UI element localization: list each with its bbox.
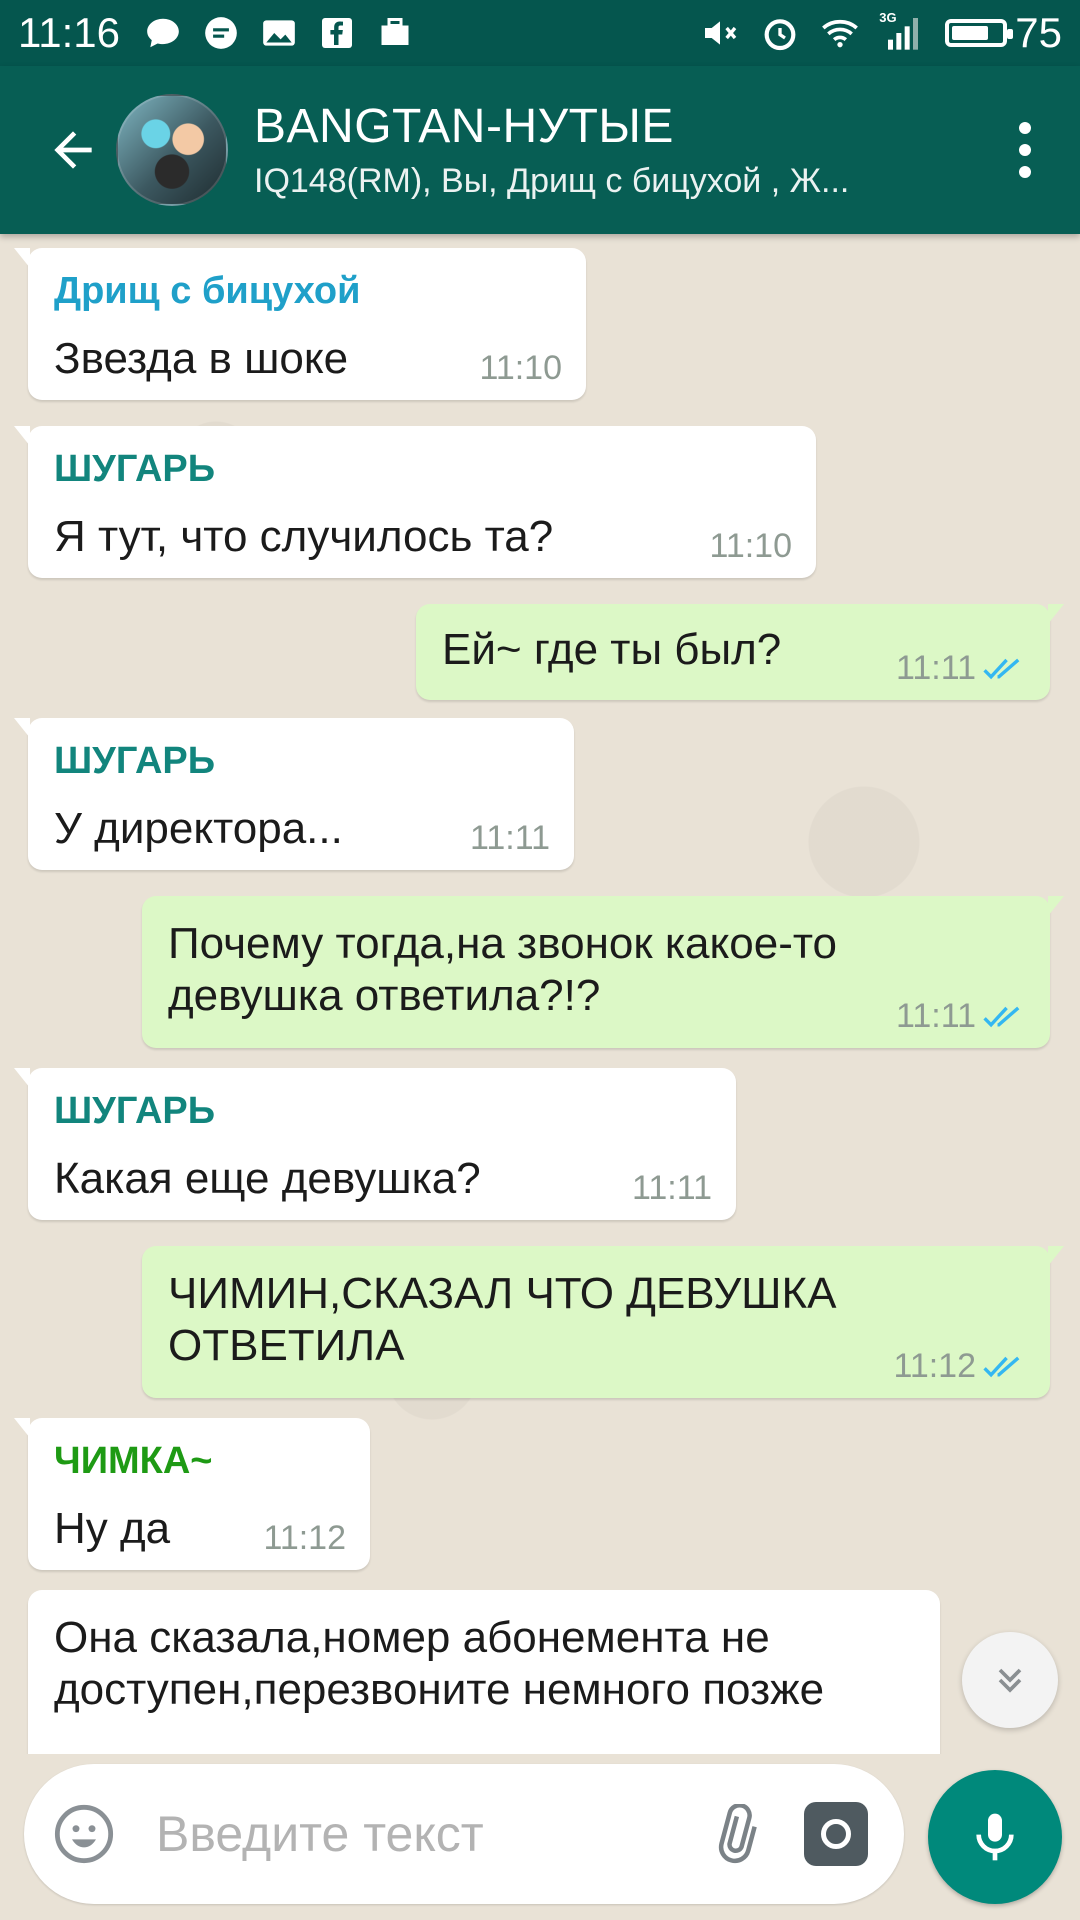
message-time: 11:11: [469, 819, 550, 857]
message-bubble-incoming[interactable]: ШУГАРЬ Я тут, что случилось та? 11:10: [14, 426, 816, 578]
status-time: 11:16: [18, 9, 120, 56]
chat-participants: IQ148(RM), Вы, Дрищ с бицухой , Ж...: [254, 162, 850, 200]
message-bubble-outgoing[interactable]: Почему тогда,на звонок какое-то девушка …: [142, 896, 1064, 1048]
message-time: 11:11: [895, 997, 976, 1035]
microphone-icon: [976, 1813, 1014, 1861]
message-bubble-incoming[interactable]: ШУГАРЬ Какая еще девушка? 11:11: [14, 1068, 736, 1220]
facebook-icon: [316, 12, 358, 54]
message-text: Я тут, что случилось та?: [54, 512, 554, 561]
message-bubble-incoming[interactable]: Дрищ с бицухой Звезда в шоке 11:10: [14, 248, 586, 400]
battery-percent: 75: [1015, 9, 1062, 56]
attachment-clip-icon[interactable]: [704, 1804, 764, 1864]
message-time: 11:10: [709, 527, 792, 565]
double-chevron-down-icon: [998, 1668, 1022, 1693]
message-sender: Дрищ с бицухой: [54, 270, 361, 312]
message-time: 11:11: [631, 1169, 712, 1207]
message-sender: ЧИМКА~: [54, 1440, 213, 1482]
message-input-box[interactable]: Введите текст: [24, 1764, 904, 1904]
message-sender: ШУГАРЬ: [54, 448, 216, 490]
message-text: Она сказала,номер абонемента не доступен…: [54, 1613, 825, 1714]
scroll-to-bottom-button[interactable]: [962, 1632, 1058, 1728]
message-bubble-incoming[interactable]: ЧИМКА~ Ну да 11:12: [14, 1418, 370, 1570]
message-time: 11:12: [893, 1347, 976, 1385]
message-text: ЧИМИН,СКАЗАЛ ЧТО ДЕВУШКА ОТВЕТИЛА: [168, 1269, 837, 1370]
wifi-icon: [819, 12, 861, 54]
message-list[interactable]: Дрищ с бицухой Звезда в шоке 11:10 ШУГАР…: [0, 234, 1080, 1754]
message-bubble-incoming[interactable]: Она сказала,номер абонемента не доступен…: [28, 1590, 940, 1754]
group-avatar[interactable]: [116, 94, 228, 206]
message-sender: ШУГАРЬ: [54, 740, 216, 782]
status-bar: 11:16 3G 75: [0, 0, 1080, 66]
message-bubble-outgoing[interactable]: Ей~ где ты был? 11:11: [416, 604, 1064, 700]
battery-icon: 75: [945, 9, 1062, 57]
voice-record-button[interactable]: [928, 1770, 1062, 1904]
message-sender: ШУГАРЬ: [54, 1090, 216, 1132]
mute-icon: [699, 12, 741, 54]
emoji-icon[interactable]: [52, 1802, 116, 1866]
chat-title-block[interactable]: BANGTAN-НУТЫЕ IQ148(RM), Вы, Дрищ с бицу…: [254, 99, 1000, 201]
overflow-menu-icon[interactable]: [1000, 100, 1050, 200]
double-check-icon: [983, 1356, 1020, 1377]
message-time: 11:12: [263, 1519, 346, 1557]
back-arrow-icon[interactable]: [40, 117, 106, 183]
message-text: Почему тогда,на звонок какое-то девушка …: [168, 919, 837, 1020]
composer-bar: Введите текст: [0, 1754, 1080, 1920]
chat-header: BANGTAN-НУТЫЕ IQ148(RM), Вы, Дрищ с бицу…: [0, 66, 1080, 234]
message-bubble-outgoing[interactable]: ЧИМИН,СКАЗАЛ ЧТО ДЕВУШКА ОТВЕТИЛА 11:12: [142, 1246, 1064, 1398]
camera-icon[interactable]: [804, 1802, 868, 1866]
double-check-icon: [983, 658, 1020, 679]
network-type-label: 3G: [879, 10, 897, 25]
briefcase-icon: [374, 12, 416, 54]
message-time: 11:10: [479, 349, 562, 387]
message-text: Какая еще девушка?: [54, 1154, 481, 1203]
message-icon: [200, 12, 242, 54]
message-bubble-incoming[interactable]: ШУГАРЬ У директора... 11:11: [14, 718, 574, 870]
message-input[interactable]: Введите текст: [156, 1805, 704, 1863]
message-time: 11:11: [895, 649, 976, 687]
double-check-icon: [983, 1006, 1020, 1027]
chat-title: BANGTAN-НУТЫЕ: [254, 100, 674, 153]
image-icon: [258, 12, 300, 54]
chat-bubble-icon: [142, 12, 184, 54]
alarm-icon: [759, 12, 801, 54]
signal-icon: 3G: [879, 10, 927, 54]
